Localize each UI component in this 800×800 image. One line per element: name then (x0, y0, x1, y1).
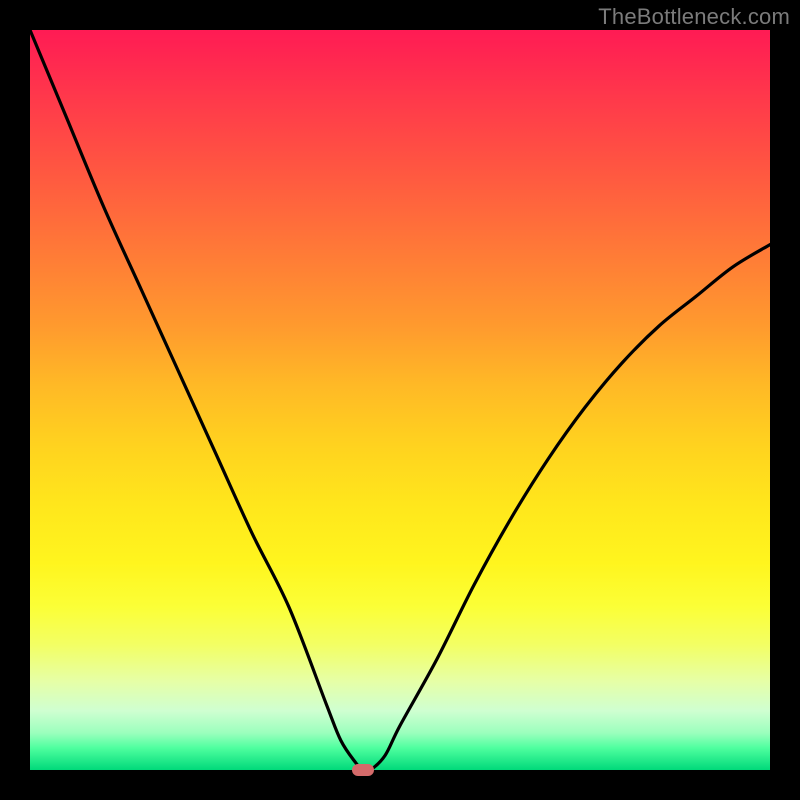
minimum-marker (352, 764, 374, 776)
curve-path (30, 30, 770, 770)
chart-frame: TheBottleneck.com (0, 0, 800, 800)
bottleneck-curve (30, 30, 770, 770)
plot-area (30, 30, 770, 770)
watermark-text: TheBottleneck.com (598, 4, 790, 30)
